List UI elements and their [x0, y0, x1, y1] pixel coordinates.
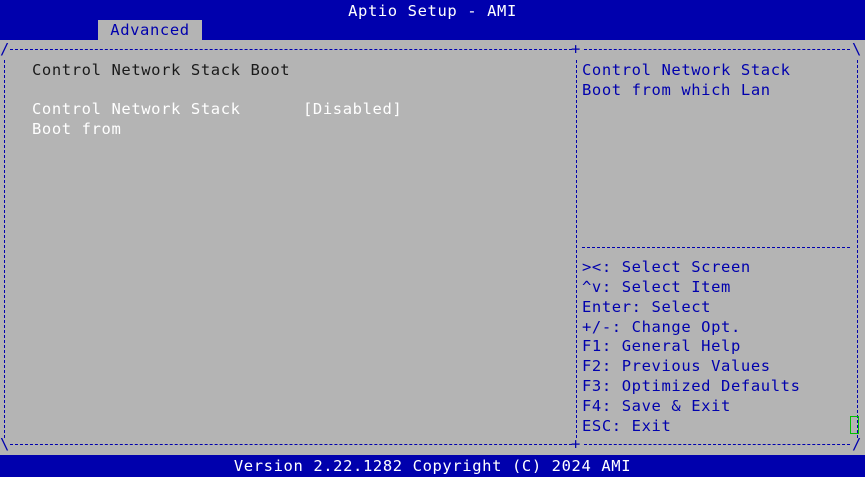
- key-hint: F3: Optimized Defaults: [582, 377, 801, 395]
- key-hint: F1: General Help: [582, 337, 741, 355]
- key-hint: ><: Select Screen: [582, 258, 751, 276]
- setting-label: Control Network Stack: [32, 100, 241, 118]
- key-hint: Enter: Select: [582, 298, 712, 316]
- version-footer: Version 2.22.1282 Copyright (C) 2024 AMI: [233, 457, 632, 475]
- key-hint: F4: Save & Exit: [582, 397, 731, 415]
- setting-label-continued: Boot from: [32, 120, 122, 138]
- section-heading: Control Network Stack Boot: [32, 61, 291, 79]
- app-title: Aptio Setup - AMI: [348, 2, 517, 20]
- key-hint: F2: Previous Values: [582, 357, 771, 375]
- key-hint: ESC: Exit: [582, 417, 672, 435]
- bios-screen: Aptio Setup - AMI Advanced / \ \ / + + C…: [0, 0, 865, 477]
- help-text-continued: Boot from which Lan: [582, 81, 771, 99]
- help-text: Control Network Stack: [582, 61, 791, 79]
- key-hint: ^v: Select Item: [582, 278, 731, 296]
- text-cursor: [850, 416, 859, 434]
- setting-value[interactable]: [Disabled]: [303, 99, 402, 119]
- key-hint: +/-: Change Opt.: [582, 318, 741, 336]
- tab-advanced[interactable]: Advanced: [98, 20, 202, 40]
